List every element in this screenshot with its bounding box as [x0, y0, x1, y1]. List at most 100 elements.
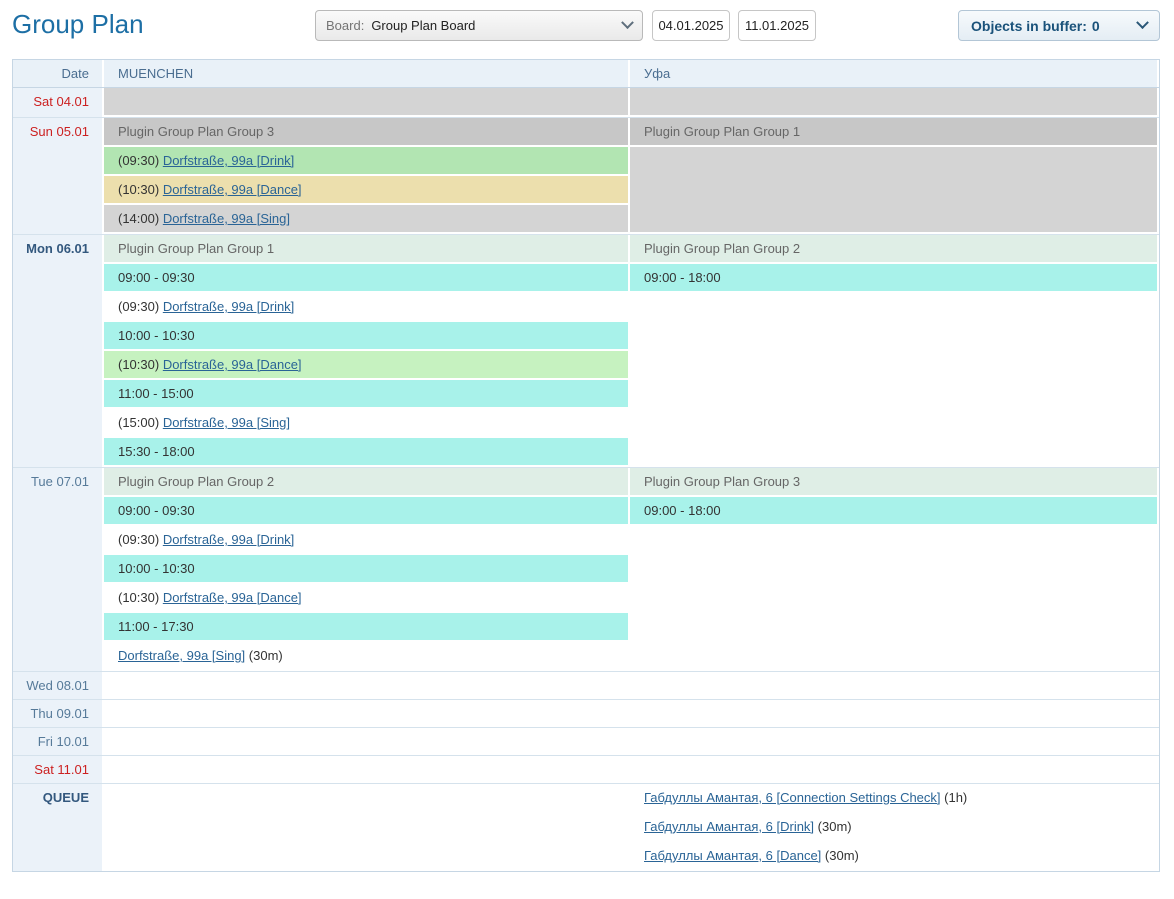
weekend-fill: [104, 88, 628, 115]
group-header-band: Plugin Group Plan Group 2: [104, 468, 628, 495]
time-slot-band[interactable]: 10:00 - 10:30: [104, 322, 628, 349]
table-row: Sun 05.01Plugin Group Plan Group 3(09:30…: [13, 118, 1159, 235]
appointment-link[interactable]: Dorfstraße, 99a [Sing]: [163, 211, 290, 226]
appointment-duration-suffix: (30m): [814, 819, 852, 834]
day-cell-ufa: [630, 88, 1157, 117]
appointment-link[interactable]: Dorfstraße, 99a [Drink]: [163, 299, 295, 314]
time-slot-band[interactable]: 09:00 - 18:00: [630, 497, 1157, 524]
board-select-label: Board:: [326, 18, 364, 33]
time-slot-band[interactable]: 11:00 - 17:30: [104, 613, 628, 640]
time-slot-band[interactable]: 09:00 - 09:30: [104, 264, 628, 291]
date-cell: Thu 09.01: [13, 700, 102, 727]
appointment-duration-suffix: (1h): [941, 790, 968, 805]
table-row: Tue 07.01Plugin Group Plan Group 209:00 …: [13, 468, 1159, 672]
appointment-duration-suffix: (30m): [821, 848, 859, 863]
chevron-down-icon: [1136, 16, 1149, 29]
appointment-band[interactable]: (10:30) Dorfstraße, 99a [Dance]: [104, 176, 628, 203]
day-cell-muenchen: [104, 728, 628, 755]
day-cell-muenchen: [104, 756, 628, 783]
appointment-link[interactable]: Dorfstraße, 99a [Dance]: [163, 357, 302, 372]
appointment-band[interactable]: (09:30) Dorfstraße, 99a [Drink]: [104, 147, 628, 174]
time-slot-band[interactable]: 10:00 - 10:30: [104, 555, 628, 582]
group-header-band: Plugin Group Plan Group 3: [104, 118, 628, 145]
appointment-time-prefix: (09:30): [118, 153, 163, 168]
table-row: Sat 11.01: [13, 756, 1159, 784]
appointment-time-prefix: (09:30): [118, 532, 163, 547]
time-slot-band[interactable]: 11:00 - 15:00: [104, 380, 628, 407]
day-cell-ufa: [630, 672, 1157, 699]
appointment-duration-suffix: (30m): [245, 648, 283, 663]
date-cell: Sat 04.01: [13, 88, 102, 117]
appointment-link[interactable]: Dorfstraße, 99a [Sing]: [118, 648, 245, 663]
day-cell-muenchen: [104, 700, 628, 727]
time-slot-band[interactable]: 09:00 - 09:30: [104, 497, 628, 524]
column-header-ufa: Уфа: [630, 60, 1157, 87]
buffer-count: 0: [1092, 18, 1100, 34]
board-select[interactable]: Board: Group Plan Board: [315, 10, 643, 41]
date-from-input[interactable]: [652, 10, 730, 41]
appointment-time-prefix: (15:00): [118, 415, 163, 430]
day-cell-ufa: Plugin Group Plan Group 209:00 - 18:00: [630, 235, 1157, 467]
day-cell-ufa: Габдуллы Амантая, 6 [Connection Settings…: [630, 784, 1157, 871]
time-slot-band[interactable]: 09:00 - 18:00: [630, 264, 1157, 291]
date-cell: QUEUE: [13, 784, 102, 871]
appointment-link[interactable]: Dorfstraße, 99a [Sing]: [163, 415, 290, 430]
table-header-row: Date MUENCHEN Уфа: [13, 60, 1159, 88]
table-row: Sat 04.01: [13, 88, 1159, 118]
plan-table: Date MUENCHEN Уфа Sat 04.01Sun 05.01Plug…: [12, 59, 1160, 872]
day-cell-ufa: [630, 756, 1157, 783]
board-select-value: Group Plan Board: [371, 18, 475, 33]
top-bar: Group Plan Board: Group Plan Board Objec…: [0, 0, 1174, 52]
appointment-time-prefix: (10:30): [118, 357, 163, 372]
day-cell-muenchen: [104, 672, 628, 699]
group-header-band: Plugin Group Plan Group 1: [104, 235, 628, 262]
table-row: Mon 06.01Plugin Group Plan Group 109:00 …: [13, 235, 1159, 468]
appointment-band[interactable]: Габдуллы Амантая, 6 [Drink] (30m): [630, 813, 1157, 840]
date-cell: Fri 10.01: [13, 728, 102, 755]
appointment-link[interactable]: Dorfstraße, 99a [Drink]: [163, 532, 295, 547]
appointment-band[interactable]: (14:00) Dorfstraße, 99a [Sing]: [104, 205, 628, 232]
appointment-band[interactable]: (10:30) Dorfstraße, 99a [Dance]: [104, 351, 628, 378]
day-cell-ufa: Plugin Group Plan Group 309:00 - 18:00: [630, 468, 1157, 671]
day-cell-ufa: [630, 728, 1157, 755]
appointment-link[interactable]: Габдуллы Амантая, 6 [Drink]: [644, 819, 814, 834]
appointment-link[interactable]: Габдуллы Амантая, 6 [Connection Settings…: [644, 790, 941, 805]
table-row: Fri 10.01: [13, 728, 1159, 756]
weekend-fill: [630, 88, 1157, 115]
date-cell: Mon 06.01: [13, 235, 102, 467]
date-to-input[interactable]: [738, 10, 816, 41]
appointment-link[interactable]: Dorfstraße, 99a [Dance]: [163, 182, 302, 197]
appointment-band[interactable]: (09:30) Dorfstraße, 99a [Drink]: [104, 526, 628, 553]
appointment-band[interactable]: Габдуллы Амантая, 6 [Connection Settings…: [630, 784, 1157, 811]
appointment-time-prefix: (10:30): [118, 182, 163, 197]
table-body: Sat 04.01Sun 05.01Plugin Group Plan Grou…: [13, 88, 1159, 871]
appointment-time-prefix: (14:00): [118, 211, 163, 226]
group-header-band: Plugin Group Plan Group 1: [630, 118, 1157, 145]
appointment-time-prefix: (09:30): [118, 299, 163, 314]
date-cell: Sat 11.01: [13, 756, 102, 783]
chevron-down-icon: [621, 16, 634, 29]
appointment-band[interactable]: (09:30) Dorfstraße, 99a [Drink]: [104, 293, 628, 320]
group-header-band: Plugin Group Plan Group 2: [630, 235, 1157, 262]
day-cell-muenchen: Plugin Group Plan Group 109:00 - 09:30(0…: [104, 235, 628, 467]
appointment-band[interactable]: (15:00) Dorfstraße, 99a [Sing]: [104, 409, 628, 436]
time-slot-band[interactable]: 15:30 - 18:00: [104, 438, 628, 465]
date-cell: Sun 05.01: [13, 118, 102, 234]
column-header-date: Date: [13, 60, 102, 87]
appointment-time-prefix: (10:30): [118, 590, 163, 605]
page-title: Group Plan: [12, 9, 144, 40]
objects-in-buffer-dropdown[interactable]: Objects in buffer: 0: [958, 10, 1160, 41]
date-cell: Wed 08.01: [13, 672, 102, 699]
table-row: QUEUE Габдуллы Амантая, 6 [Connection Set…: [13, 784, 1159, 871]
table-row: Thu 09.01: [13, 700, 1159, 728]
day-cell-ufa: [630, 700, 1157, 727]
column-header-muenchen: MUENCHEN: [104, 60, 628, 87]
buffer-label: Objects in buffer:: [971, 18, 1087, 34]
appointment-band[interactable]: Габдуллы Амантая, 6 [Dance] (30m): [630, 842, 1157, 869]
appointment-band[interactable]: Dorfstraße, 99a [Sing] (30m): [104, 642, 628, 669]
appointment-band[interactable]: (10:30) Dorfstraße, 99a [Dance]: [104, 584, 628, 611]
appointment-link[interactable]: Dorfstraße, 99a [Dance]: [163, 590, 302, 605]
appointment-link[interactable]: Габдуллы Амантая, 6 [Dance]: [644, 848, 821, 863]
group-header-band: Plugin Group Plan Group 3: [630, 468, 1157, 495]
appointment-link[interactable]: Dorfstraße, 99a [Drink]: [163, 153, 295, 168]
